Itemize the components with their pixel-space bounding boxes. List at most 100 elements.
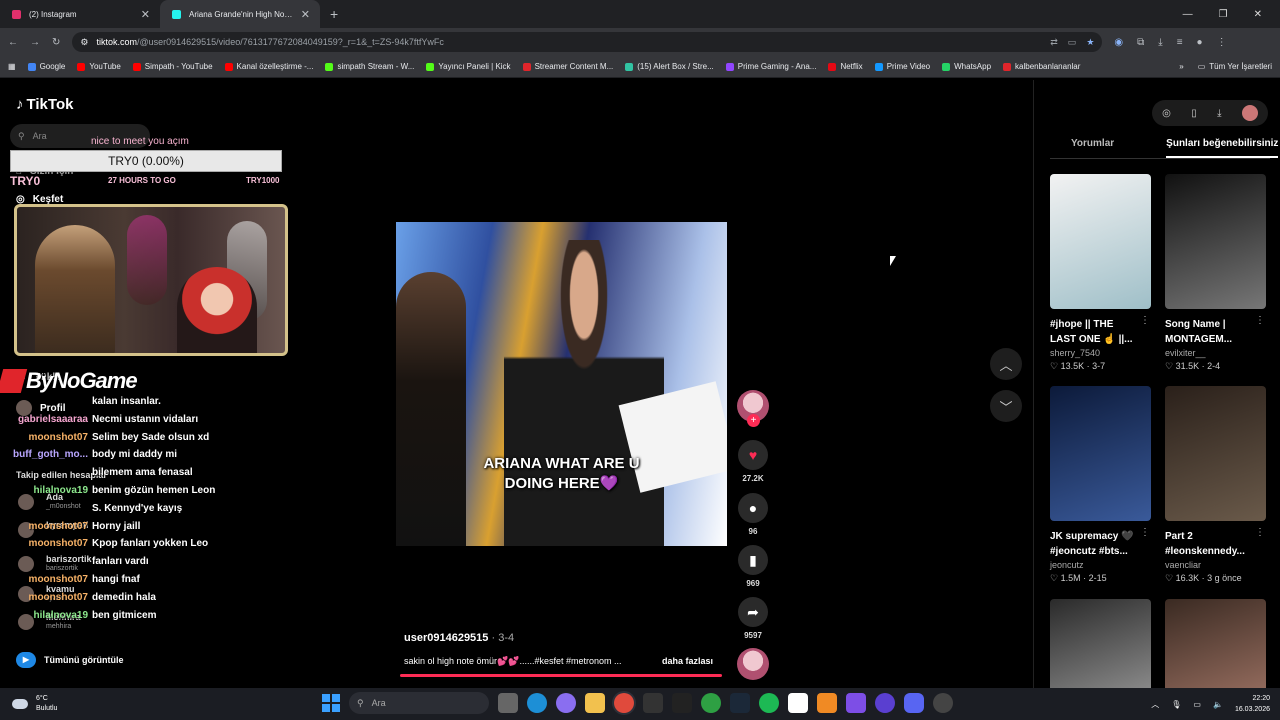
media-icon[interactable]: ≡ [1177,37,1183,48]
next-video-button[interactable]: ﹀ [990,390,1022,422]
bookmark-star-icon[interactable]: ★ [1086,37,1094,48]
bookmark-item[interactable]: Yayıncı Paneli | Kick [426,62,511,71]
new-tab-button[interactable]: + [320,6,348,22]
author-username[interactable]: user0914629515 [404,632,488,644]
suggested-video-card[interactable]: Song Name | MONTAGEM... ⋮ evilxiter__ ♡ 31.… [1165,174,1267,372]
like-button[interactable]: ♥ 27.2K [736,440,770,483]
reload-icon[interactable]: ↻ [52,37,60,48]
network-icon[interactable]: ▭ [1193,700,1201,709]
vlc-icon[interactable] [817,693,837,713]
card-title[interactable]: #jhope || THE LAST ONE ☝ ||... [1050,317,1152,347]
card-title[interactable]: JK supremacy 🖤 #jeoncutz #bts... [1050,529,1152,559]
follow-plus-icon[interactable]: + [747,414,760,427]
obs-icon[interactable] [875,693,895,713]
close-window-icon[interactable]: ✕ [1254,9,1262,20]
video-thumbnail[interactable] [1165,174,1266,309]
copilot-icon[interactable] [556,693,576,713]
tray-expand-icon[interactable]: ︿ [1151,699,1159,710]
cast-icon[interactable]: ▭ [1068,37,1077,48]
back-icon[interactable]: ← [8,37,18,48]
card-menu-icon[interactable]: ⋮ [1140,527,1150,538]
forward-icon[interactable]: → [30,37,40,48]
volume-icon[interactable]: 🔈 [1213,700,1223,709]
site-info-icon[interactable]: ⚙ [80,37,88,48]
card-author[interactable]: sherry_7540 [1050,348,1152,358]
tab-tiktok[interactable]: Ariana Grande'nin High Note Pe ✕ [160,0,320,28]
steam-icon[interactable] [730,693,750,713]
comment-button[interactable]: ● 96 [736,493,770,536]
share-button[interactable]: ➦ 9597 [736,597,770,640]
video-author[interactable]: user0914629515 · 3-4 [404,632,514,644]
card-author[interactable]: jeoncutz [1050,560,1152,570]
compass-icon[interactable]: ◎ [1162,108,1171,119]
address-bar[interactable]: ⚙ tiktok.com/@user0914629515/video/76131… [72,32,1103,52]
bookmarks-more-button[interactable]: » [1179,62,1183,71]
bookmark-item[interactable]: Google [27,62,65,71]
card-author[interactable]: vaencliar [1165,560,1267,570]
spotify-icon[interactable] [759,693,779,713]
epic-games-icon[interactable] [643,693,663,713]
video-thumbnail[interactable] [1165,386,1266,521]
tab-comments[interactable]: Yorumlar [1071,138,1114,158]
download-icon[interactable]: ⤓ [1217,108,1221,119]
extensions-puzzle-icon[interactable]: ⧉ [1137,37,1144,48]
bookmark-item[interactable]: YouTube [77,62,121,71]
card-menu-icon[interactable]: ⋮ [1255,315,1265,326]
task-view-icon[interactable] [498,693,518,713]
tab-suggested[interactable]: Şunları beğenebilirsiniz [1166,138,1279,158]
bookmark-item[interactable]: Prime Gaming - Ana... [725,62,816,71]
maximize-icon[interactable]: ❐ [1219,9,1228,20]
video-thumbnail[interactable] [1050,174,1151,309]
tab-instagram[interactable]: (2) Instagram ✕ [0,0,160,28]
bookmark-item[interactable]: Netflix [828,62,863,71]
save-button[interactable]: ▮ 969 [736,545,770,588]
microphone-icon[interactable]: 🎙 [1171,700,1181,709]
extension-icon[interactable]: ◉ [1114,37,1123,48]
video-progress-bar[interactable] [400,674,722,677]
weather-widget[interactable]: 6°C Bulutlu [12,694,57,714]
bookmark-item[interactable]: kalbenbanlananlar [1003,62,1080,71]
card-author[interactable]: evilxiter__ [1165,348,1267,358]
amazon-icon[interactable] [672,693,692,713]
phone-icon[interactable]: ▯ [1191,108,1197,119]
all-bookmarks-folder[interactable]: ▭ Tüm Yer İşaretleri [1198,62,1272,71]
suggested-video-card[interactable]: Part 2 #leonskennedy... ⋮ vaencliar ♡ 16.3K… [1165,386,1267,584]
video-player[interactable]: ARIANA WHAT ARE U DOING HERE💜 [396,222,727,546]
apps-grid-icon[interactable]: ▦ [8,62,16,71]
card-title[interactable]: Part 2 #leonskennedy... [1165,529,1267,559]
menu-kebab-icon[interactable]: ⋮ [1217,37,1227,48]
bookmark-item[interactable]: Kanal özelleştirme -... [224,62,313,71]
prev-video-button[interactable]: ︿ [990,348,1022,380]
card-menu-icon[interactable]: ⋮ [1255,527,1265,538]
file-explorer-icon[interactable] [585,693,605,713]
bookmark-item[interactable]: Simpath - YouTube [132,62,213,71]
taskbar-search[interactable]: ⚲ Ara [349,692,489,714]
windows-start-icon[interactable] [322,694,340,712]
bookmark-item[interactable]: (15) Alert Box / Stre... [625,62,714,71]
see-all-following[interactable]: ▶ Tümünü görüntüle [16,652,123,668]
music-disc-button[interactable] [736,648,770,680]
edge-icon[interactable] [527,693,547,713]
clock[interactable]: 22:20 16.03.2026 [1235,693,1270,715]
video-editor-icon[interactable] [846,693,866,713]
streamlabs-icon[interactable] [933,693,953,713]
see-more-button[interactable]: daha fazlası [662,656,713,666]
tiktok-logo[interactable]: ♪ TikTok [16,96,73,113]
download-icon[interactable]: ⤓ [1158,37,1162,48]
card-menu-icon[interactable]: ⋮ [1140,315,1150,326]
bookmark-item[interactable]: Streamer Content M... [522,62,613,71]
bookmark-item[interactable]: WhatsApp [942,62,991,71]
minimize-icon[interactable]: — [1183,9,1193,20]
user-avatar[interactable] [1241,105,1258,121]
bookmark-item[interactable]: Prime Video [874,62,930,71]
author-avatar-button[interactable]: + [736,390,770,427]
video-thumbnail[interactable] [1050,386,1151,521]
capcut-icon[interactable] [788,693,808,713]
close-tab-icon[interactable]: ✕ [301,8,310,21]
suggested-video-card[interactable]: JK supremacy 🖤 #jeoncutz #bts... ⋮ jeoncut… [1050,386,1152,584]
chrome-icon[interactable] [614,693,634,713]
close-tab-icon[interactable]: ✕ [141,8,150,21]
profile-avatar-icon[interactable]: ● [1197,37,1203,48]
card-title[interactable]: Song Name | MONTAGEM... [1165,317,1267,347]
xbox-icon[interactable] [701,693,721,713]
